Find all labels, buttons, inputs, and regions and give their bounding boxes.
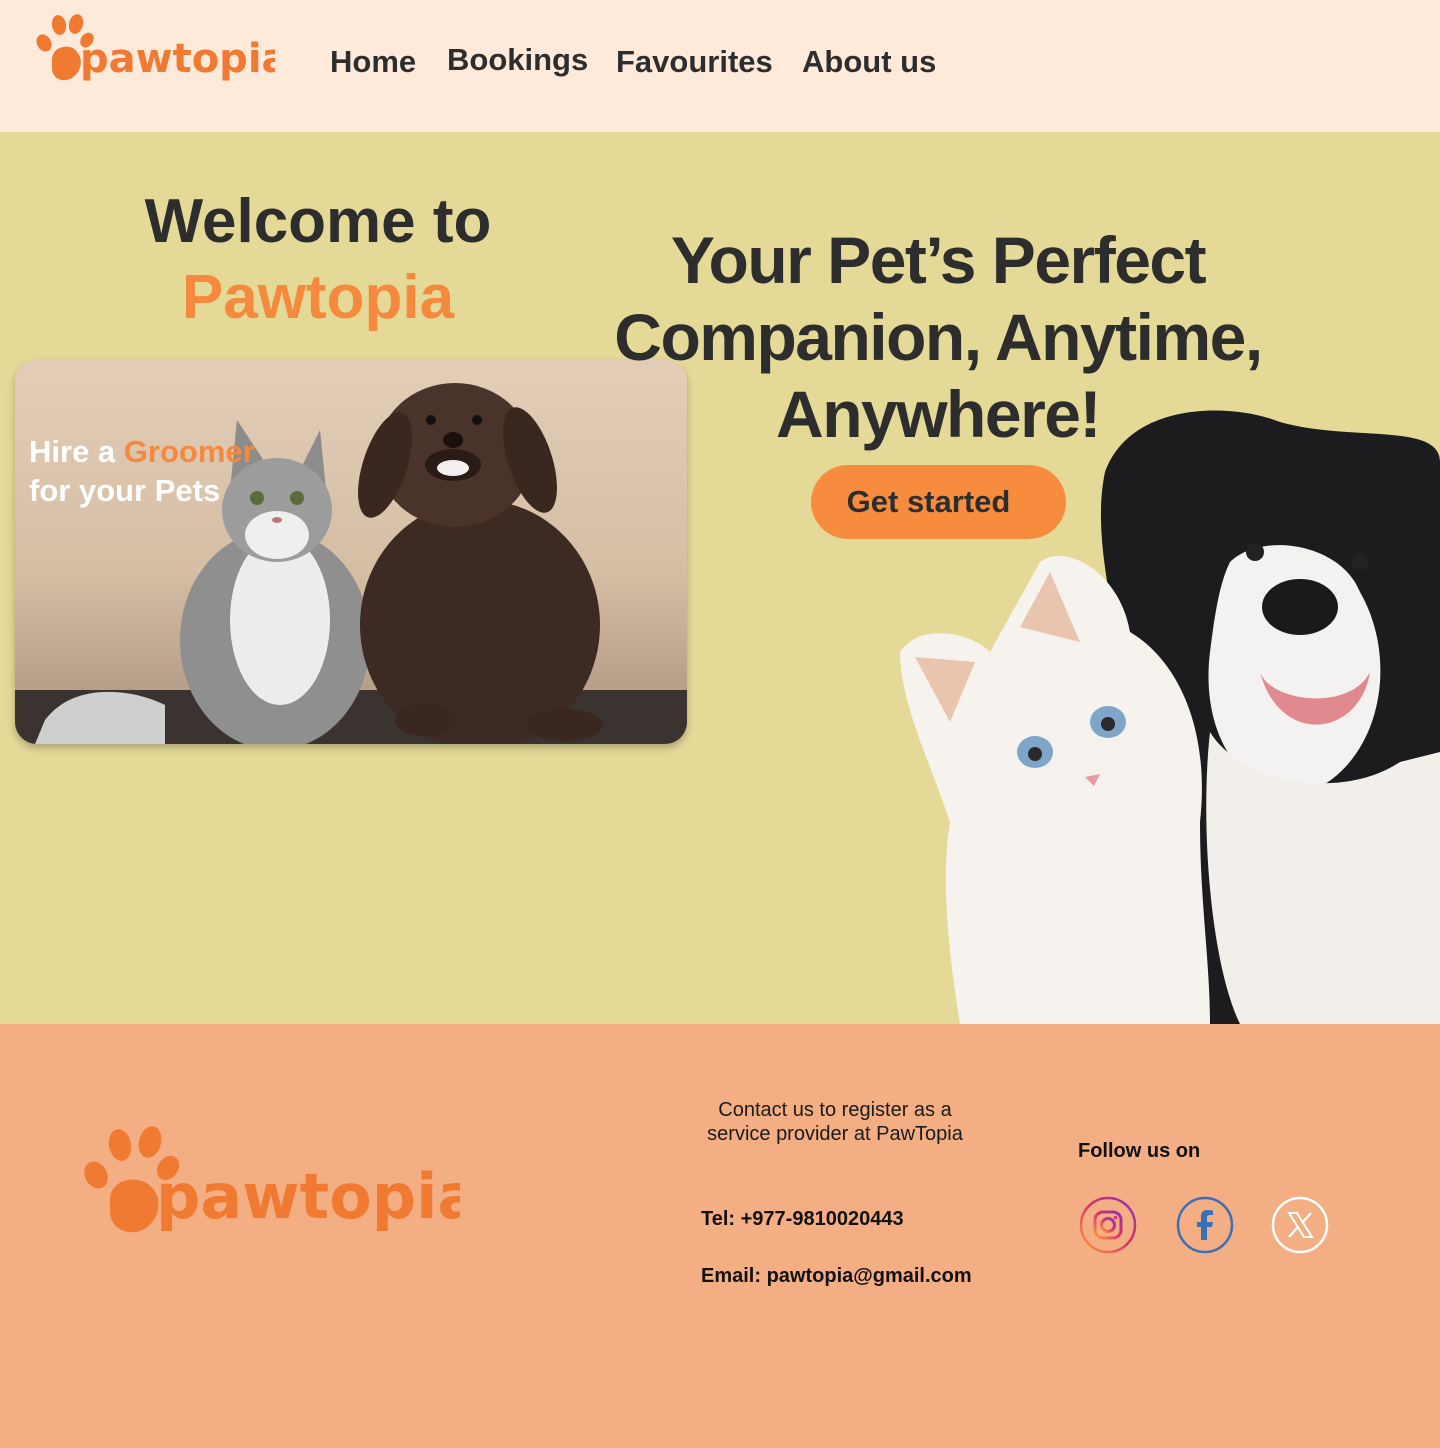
brand-heading: Pawtopia [181, 263, 455, 332]
nav-link-favourites[interactable]: Favourites [616, 44, 773, 80]
footer-logo[interactable]: pawtopia [80, 1120, 479, 1245]
logo[interactable]: pawtopia [30, 10, 289, 90]
kitten-puppy-image [15, 383, 687, 744]
card-caption-prefix: Hire a [29, 434, 124, 469]
get-started-button[interactable]: Get started [811, 465, 1066, 539]
paw-logo-icon: pawtopia [84, 1126, 479, 1233]
svg-text:pawtopia: pawtopia [156, 1160, 460, 1233]
welcome-heading: Welcome to [144, 187, 492, 256]
card-caption-highlight: Groomer [123, 434, 255, 469]
hero-section: Welcome to Pawtopia Hire a Groomer for y… [0, 132, 1440, 1024]
groomer-card[interactable]: Hire a Groomer for your Pets [15, 360, 687, 744]
puppy-shape [358, 383, 603, 744]
card-caption-line2: for your Pets [29, 473, 221, 508]
facebook-icon[interactable] [1176, 1196, 1234, 1254]
paw-logo-icon: pawtopia [36, 14, 289, 82]
footer: pawtopia Contact us to register as a ser… [0, 1024, 1440, 1448]
nav-link-home[interactable]: Home [330, 44, 416, 80]
instagram-icon[interactable] [1079, 1196, 1137, 1254]
x-icon[interactable] [1271, 1196, 1329, 1254]
card-caption: Hire a Groomer for your Pets [29, 432, 255, 510]
hero-tagline: Your Pet’s Perfect Companion, Anytime, A… [614, 223, 1263, 451]
svg-text:pawtopia: pawtopia [80, 36, 275, 82]
top-nav: pawtopia Home Bookings Favourites About … [0, 0, 1440, 132]
email-address[interactable]: Email: pawtopia@gmail.com [701, 1265, 972, 1288]
nav-link-about-us[interactable]: About us [802, 44, 936, 80]
follow-label: Follow us on [1078, 1140, 1201, 1162]
phone-number[interactable]: Tel: +977-9810020443 [701, 1208, 904, 1231]
contact-note: Contact us to register as a service prov… [707, 1099, 963, 1145]
nav-link-bookings[interactable]: Bookings [447, 42, 588, 78]
